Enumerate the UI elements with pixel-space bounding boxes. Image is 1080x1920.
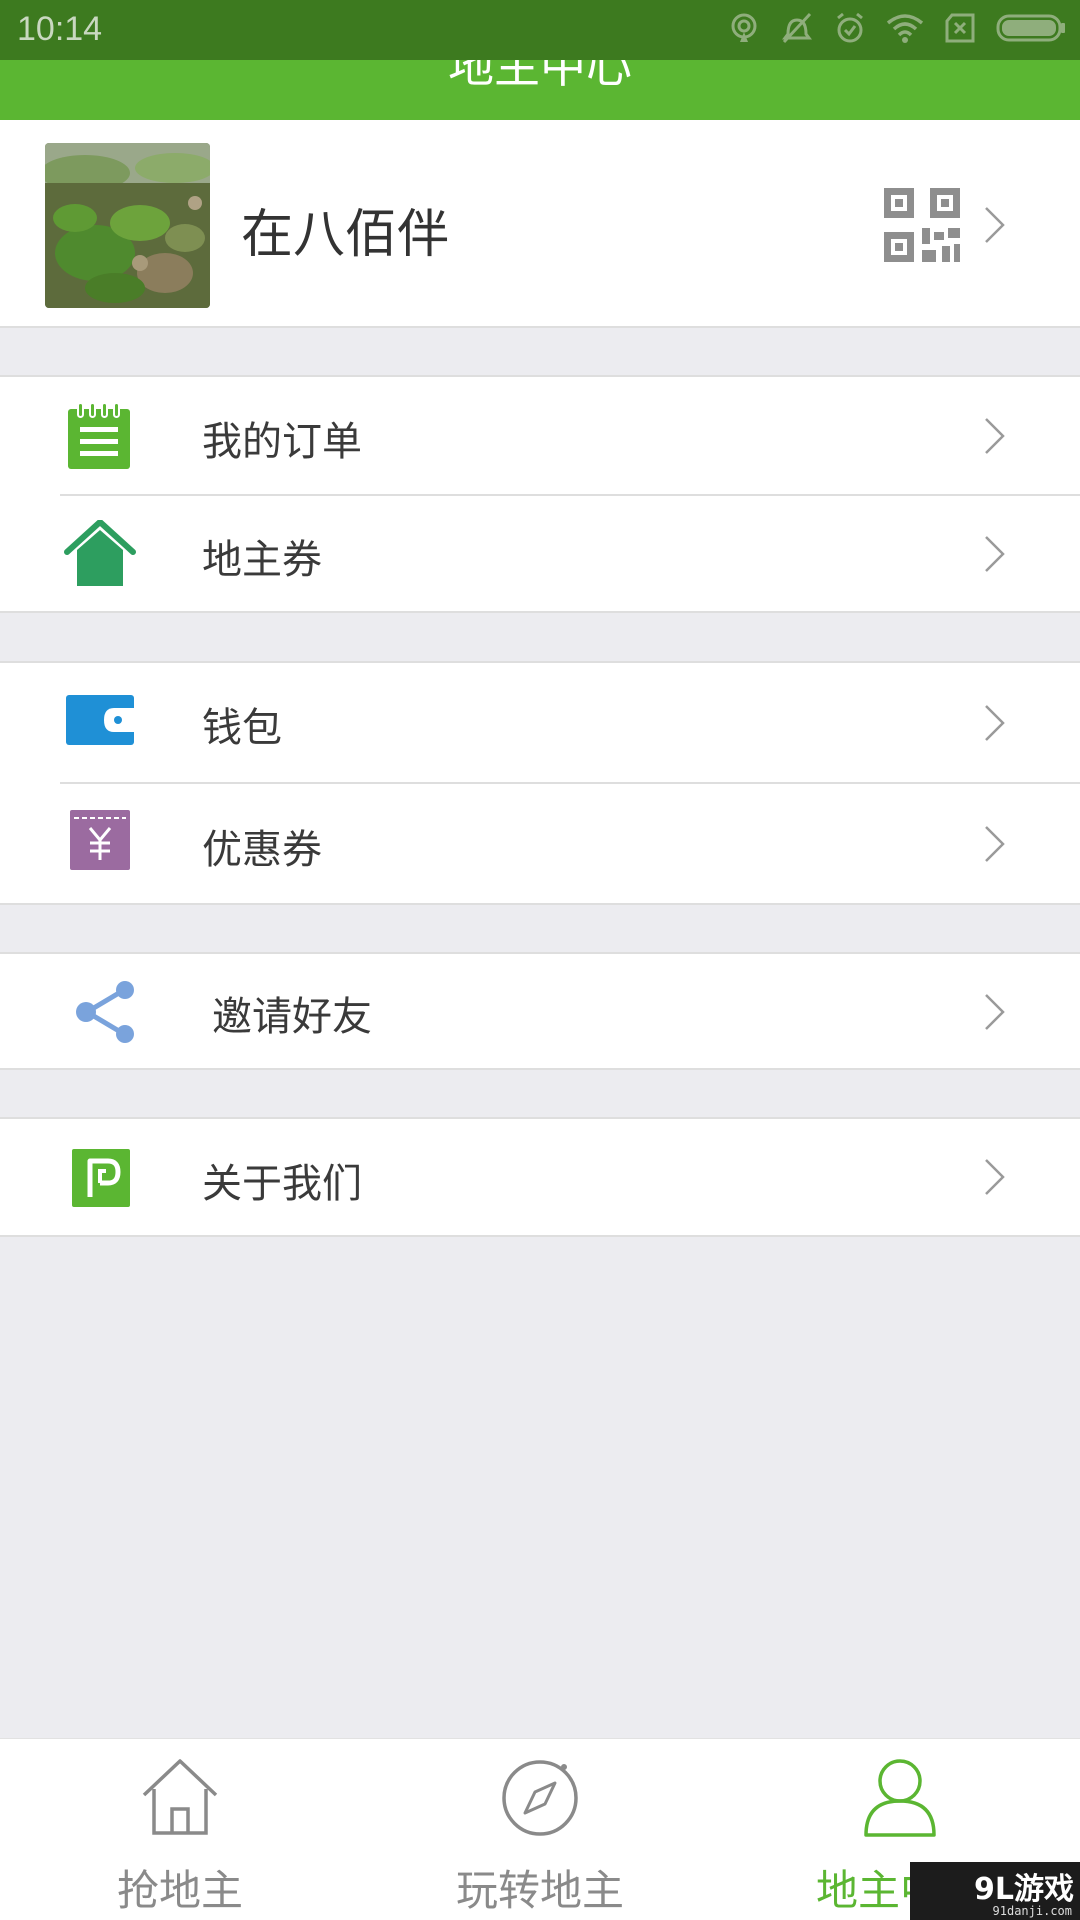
profile-card[interactable]: 在八佰伴 xyxy=(0,120,1080,328)
share-icon xyxy=(76,981,134,1043)
watermark-url: 91danji.com xyxy=(992,1904,1072,1918)
chevron-right-icon xyxy=(985,536,1005,572)
watermark-logo: 9L游戏 xyxy=(974,1872,1074,1907)
wifi-icon xyxy=(886,14,924,43)
chevron-right-icon xyxy=(985,994,1005,1030)
menu-label-coupon: 优惠券 xyxy=(202,827,322,873)
tab-play-landlord[interactable]: 玩转地主 xyxy=(360,1739,720,1920)
avatar[interactable] xyxy=(45,143,210,308)
menu-item-invite[interactable]: 邀请好友 xyxy=(0,954,1080,1068)
wallet-icon xyxy=(66,695,134,745)
menu-group-about: 关于我们 xyxy=(0,1117,1080,1237)
menu-group-invite: 邀请好友 xyxy=(0,952,1080,1070)
tab-label: 抢地主 xyxy=(116,1866,243,1915)
notepad-icon xyxy=(68,403,130,469)
page-title: 地主中心 xyxy=(448,60,632,93)
menu-label-wallet: 钱包 xyxy=(202,705,282,751)
menu-label-landlord-voucher: 地主券 xyxy=(202,537,322,583)
menu-label-about: 关于我们 xyxy=(202,1161,362,1207)
chevron-right-icon xyxy=(985,1159,1005,1195)
app-header: 地主中心 xyxy=(0,60,1080,120)
menu-group-orders: 我的订单 地主券 xyxy=(0,375,1080,613)
menu-group-wallet: 钱包 优惠券 xyxy=(0,661,1080,905)
chevron-right-icon xyxy=(985,826,1005,862)
menu-item-landlord-voucher[interactable]: 地主券 xyxy=(0,495,1080,613)
alarm-icon xyxy=(837,12,863,43)
profile-name: 在八佰伴 xyxy=(241,205,450,265)
menu-label-orders: 我的订单 xyxy=(202,419,362,465)
menu-item-wallet[interactable]: 钱包 xyxy=(0,663,1080,783)
chevron-right-icon xyxy=(985,418,1005,454)
coupon-icon xyxy=(70,810,130,870)
qr-code-icon[interactable] xyxy=(884,188,960,262)
home-icon xyxy=(142,1759,218,1835)
chevron-right-icon xyxy=(985,705,1005,741)
status-icons xyxy=(728,12,1066,44)
watermark: 9L游戏 91danji.com xyxy=(910,1862,1080,1920)
chevron-right-icon xyxy=(985,207,1005,243)
status-bar: 10:14 xyxy=(0,0,1080,60)
menu-item-about[interactable]: 关于我们 xyxy=(0,1119,1080,1235)
tab-grab-landlord[interactable]: 抢地主 xyxy=(0,1739,360,1920)
tab-label: 玩转地主 xyxy=(455,1866,624,1915)
compass-icon xyxy=(502,1760,578,1836)
status-time: 10:14 xyxy=(17,10,103,48)
hotspot-icon xyxy=(731,13,757,42)
menu-label-invite: 邀请好友 xyxy=(212,994,372,1040)
menu-item-coupon[interactable]: 优惠券 xyxy=(0,783,1080,905)
menu-item-orders[interactable]: 我的订单 xyxy=(0,377,1080,495)
app-logo-icon xyxy=(72,1149,130,1207)
no-sim-icon xyxy=(945,13,975,43)
battery-icon xyxy=(996,14,1065,42)
house-icon xyxy=(64,520,136,586)
vibrate-off-icon xyxy=(782,12,812,44)
person-icon xyxy=(864,1759,936,1837)
